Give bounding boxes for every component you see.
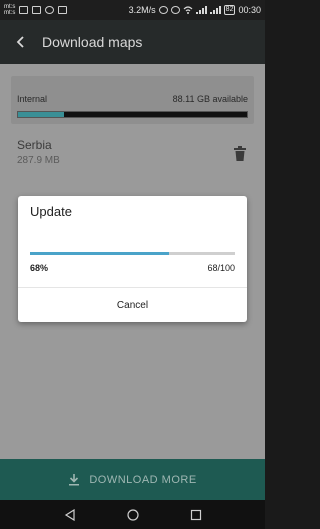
nav-home-icon[interactable] <box>126 508 139 521</box>
storage-available: 88.11 GB available <box>172 94 248 104</box>
list-item-map[interactable]: Serbia 287.9 MB <box>17 138 247 178</box>
progress-bar-fill <box>30 252 170 255</box>
back-arrow-icon <box>16 36 24 48</box>
storage-row: Internal 88.11 GB available <box>17 94 248 104</box>
nav-recents-icon[interactable] <box>190 509 202 521</box>
network-speed: 3.2M/s <box>128 5 156 15</box>
dialog-title: Update <box>30 204 72 219</box>
back-button[interactable] <box>0 20 42 64</box>
progress-bar <box>30 252 235 255</box>
signal-icon <box>195 6 207 14</box>
alarm-icon <box>170 6 180 14</box>
storage-bar-fill <box>18 112 64 117</box>
storage-card: Internal 88.11 GB available <box>11 76 254 124</box>
update-dialog: Update 68% 68/100 Cancel <box>18 196 247 322</box>
carrier-line-2: mt:s <box>4 10 16 16</box>
notification-icon <box>19 6 29 14</box>
download-more-button[interactable]: DOWNLOAD MORE <box>0 459 265 500</box>
message-icon <box>58 6 68 14</box>
signal-2-icon <box>209 6 221 14</box>
delete-icon[interactable] <box>233 146 247 162</box>
nav-back-icon[interactable] <box>64 508 76 521</box>
status-bar: mt:s mt:s 3.2M/s 82 00:30 <box>0 0 265 20</box>
carrier-label: mt:s mt:s <box>4 4 15 16</box>
storage-bar <box>17 111 248 118</box>
clock: 00:30 <box>238 5 261 15</box>
app-bar: Download maps <box>0 20 265 64</box>
storage-label: Internal <box>17 94 48 104</box>
download-icon <box>69 474 80 486</box>
status-bar-left: mt:s mt:s <box>4 4 68 16</box>
screen: mt:s mt:s 3.2M/s 82 00:30 Download maps … <box>0 0 265 529</box>
progress-count: 68/100 <box>207 263 235 273</box>
download-more-label: DOWNLOAD MORE <box>89 473 197 486</box>
whatsapp-icon <box>45 6 55 14</box>
location-icon <box>158 6 168 14</box>
map-size: 287.9 MB <box>17 155 60 166</box>
wifi-icon <box>183 6 193 14</box>
progress-percent: 68% <box>30 263 49 273</box>
map-name: Serbia <box>17 138 52 152</box>
image-icon <box>32 6 42 14</box>
page-title: Download maps <box>42 34 143 50</box>
cancel-button[interactable]: Cancel <box>18 288 247 322</box>
status-bar-right: 3.2M/s 82 00:30 <box>129 5 261 15</box>
battery-icon: 82 <box>223 5 236 15</box>
navigation-bar <box>0 500 265 529</box>
